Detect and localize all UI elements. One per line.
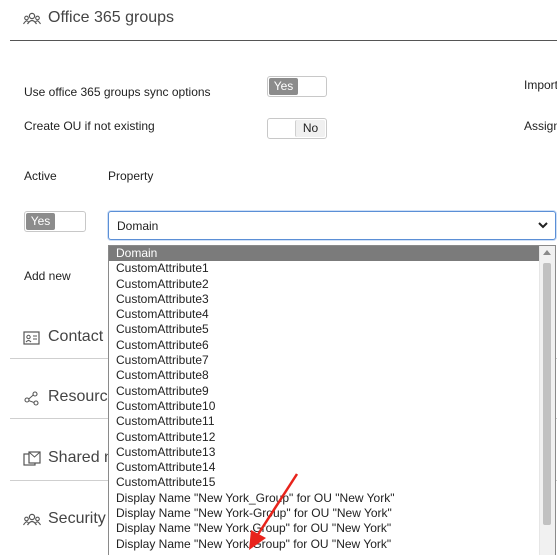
page-title: Office 365 groups — [48, 9, 175, 26]
dropdown-option[interactable]: CustomAttribute13 — [109, 445, 541, 460]
property-column-header: Property — [108, 169, 154, 183]
dropdown-option[interactable]: CustomAttribute14 — [109, 460, 541, 475]
scroll-up-arrow-icon[interactable] — [543, 250, 551, 255]
sync-options-toggle[interactable]: Yes — [267, 76, 327, 97]
annotation-arrow-icon — [249, 473, 299, 550]
scrollbar-thumb[interactable] — [543, 263, 551, 525]
dropdown-option[interactable]: CustomAttribute11 — [109, 414, 541, 429]
dropdown-option[interactable]: Display Name "New York Group" for OU "Ne… — [109, 537, 541, 552]
toggle-knob: No — [295, 120, 325, 137]
assign-label: Assign — [524, 119, 557, 133]
dropdown-option[interactable]: CustomAttribute6 — [109, 338, 541, 353]
dropdown-scrollbar[interactable] — [539, 246, 555, 555]
dropdown-option[interactable]: CustomAttribute10 — [109, 399, 541, 414]
property-select[interactable]: Domain — [108, 211, 556, 240]
users-icon — [23, 11, 41, 27]
toggle-knob: Yes — [269, 78, 298, 95]
toggle-knob: Yes — [26, 213, 55, 230]
chevron-down-icon — [537, 217, 549, 238]
property-dropdown-list[interactable]: Domain CustomAttribute1 CustomAttribute2 Cu… — [108, 245, 556, 555]
dropdown-option[interactable]: Display Name "New York_Group" for OU "Ne… — [109, 491, 541, 506]
dropdown-option[interactable]: CustomAttribute1 — [109, 261, 541, 276]
active-column-header: Active — [24, 169, 57, 183]
contact-card-icon — [23, 330, 41, 346]
section-security[interactable]: Security — [48, 510, 106, 528]
dropdown-option[interactable]: CustomAttribute12 — [109, 430, 541, 445]
shared-mailbox-icon — [23, 451, 41, 467]
create-ou-toggle[interactable]: No — [267, 118, 327, 139]
import-label: Import — [524, 78, 557, 92]
dropdown-option[interactable]: CustomAttribute5 — [109, 322, 541, 337]
dropdown-option[interactable]: CustomAttribute7 — [109, 353, 541, 368]
section-shared-mailbox[interactable]: Shared m — [48, 449, 117, 467]
create-ou-label: Create OU if not existing — [24, 119, 155, 133]
share-nodes-icon — [23, 390, 41, 406]
add-new-button[interactable]: Add new — [24, 269, 71, 283]
dropdown-option[interactable]: CustomAttribute9 — [109, 384, 541, 399]
section-resource[interactable]: Resourc — [48, 388, 108, 406]
active-toggle[interactable]: Yes — [24, 211, 86, 232]
dropdown-option[interactable]: Display Name "New York-Group" for OU "Ne… — [109, 506, 541, 521]
dropdown-option[interactable]: Display Name "New York.Group" for OU "Ne… — [109, 521, 541, 536]
users-icon — [23, 512, 41, 528]
section-contact[interactable]: Contact — [48, 328, 103, 346]
dropdown-options: Domain CustomAttribute1 CustomAttribute2 Cu… — [109, 246, 541, 552]
sync-options-label: Use office 365 groups sync options — [24, 85, 211, 99]
property-select-value: Domain — [117, 219, 159, 233]
dropdown-option[interactable]: CustomAttribute4 — [109, 307, 541, 322]
dropdown-option[interactable]: CustomAttribute8 — [109, 368, 541, 383]
dropdown-option[interactable]: CustomAttribute3 — [109, 292, 541, 307]
dropdown-option[interactable]: Domain — [109, 246, 541, 262]
header-divider — [10, 40, 557, 41]
dropdown-option[interactable]: CustomAttribute15 — [109, 475, 541, 490]
dropdown-option[interactable]: CustomAttribute2 — [109, 277, 541, 292]
